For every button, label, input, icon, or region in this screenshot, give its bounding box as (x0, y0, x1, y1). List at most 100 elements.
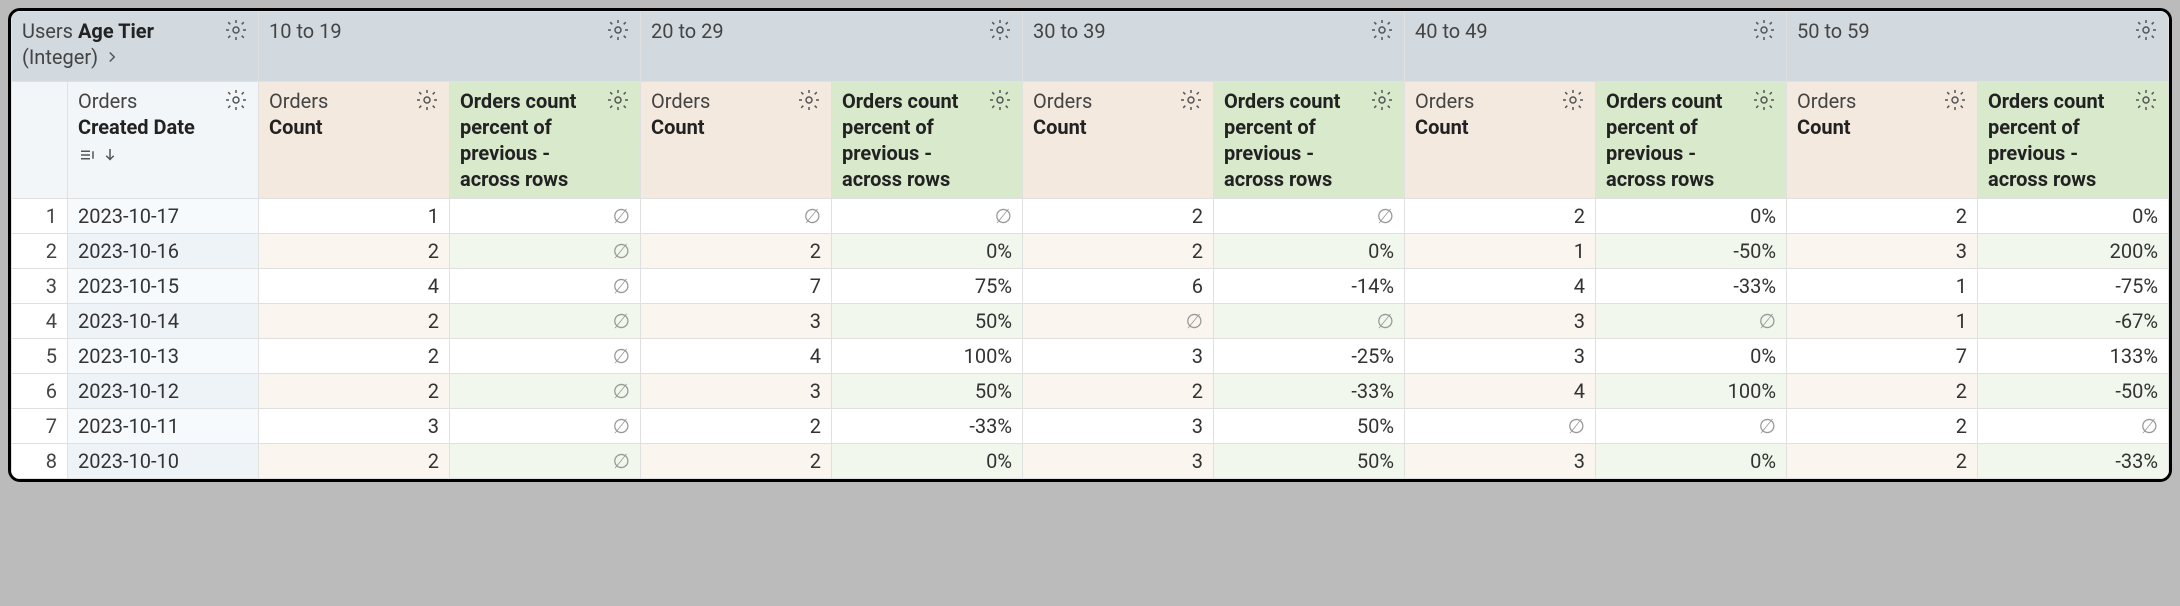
count-cell[interactable]: 2 (1023, 234, 1214, 269)
count-cell[interactable]: 2 (259, 304, 450, 339)
count-cell[interactable]: 2 (641, 234, 832, 269)
date-cell[interactable]: 2023-10-10 (68, 444, 259, 479)
calc-cell[interactable]: ∅ (450, 269, 641, 304)
gear-icon[interactable] (1943, 88, 1967, 112)
gear-icon[interactable] (2134, 18, 2158, 42)
count-cell[interactable]: 2 (641, 444, 832, 479)
date-cell[interactable]: 2023-10-15 (68, 269, 259, 304)
gear-icon[interactable] (1370, 88, 1394, 112)
gear-icon[interactable] (988, 18, 1012, 42)
count-cell[interactable]: 2 (259, 339, 450, 374)
calc-cell[interactable]: ∅ (1214, 304, 1405, 339)
calc-cell[interactable]: 50% (832, 374, 1023, 409)
calc-cell[interactable]: 100% (1596, 374, 1787, 409)
calc-column-header[interactable]: Orders count percent of previous - acros… (1596, 82, 1787, 199)
calc-cell[interactable]: 75% (832, 269, 1023, 304)
count-cell[interactable]: 2 (1787, 374, 1978, 409)
count-cell[interactable]: 2 (1787, 444, 1978, 479)
calc-cell[interactable]: ∅ (450, 339, 641, 374)
date-cell[interactable]: 2023-10-13 (68, 339, 259, 374)
count-cell[interactable]: 7 (641, 269, 832, 304)
calc-column-header[interactable]: Orders count percent of previous - acros… (832, 82, 1023, 199)
count-cell[interactable]: ∅ (1023, 304, 1214, 339)
calc-cell[interactable]: ∅ (450, 199, 641, 234)
calc-cell[interactable]: 50% (832, 304, 1023, 339)
count-column-header[interactable]: OrdersCount (1023, 82, 1214, 199)
count-cell[interactable]: 4 (259, 269, 450, 304)
gear-icon[interactable] (2134, 88, 2158, 112)
calc-cell[interactable]: 0% (1214, 234, 1405, 269)
count-column-header[interactable]: OrdersCount (1787, 82, 1978, 199)
group-header-1[interactable]: 20 to 29 (641, 12, 1023, 82)
calc-cell[interactable]: 0% (832, 234, 1023, 269)
date-cell[interactable]: 2023-10-16 (68, 234, 259, 269)
calc-column-header[interactable]: Orders count percent of previous - acros… (1214, 82, 1405, 199)
count-cell[interactable]: 2 (259, 374, 450, 409)
date-cell[interactable]: 2023-10-12 (68, 374, 259, 409)
count-cell[interactable]: 3 (1023, 409, 1214, 444)
count-cell[interactable]: 1 (1405, 234, 1596, 269)
count-cell[interactable]: 3 (1405, 444, 1596, 479)
group-header-3[interactable]: 40 to 49 (1405, 12, 1787, 82)
gear-icon[interactable] (1561, 88, 1585, 112)
calc-cell[interactable]: -50% (1596, 234, 1787, 269)
gear-icon[interactable] (224, 88, 248, 112)
calc-cell[interactable]: -33% (1978, 444, 2169, 479)
calc-cell[interactable]: ∅ (450, 304, 641, 339)
calc-cell[interactable]: -75% (1978, 269, 2169, 304)
calc-cell[interactable]: ∅ (450, 374, 641, 409)
calc-cell[interactable]: -25% (1214, 339, 1405, 374)
calc-cell[interactable]: ∅ (450, 409, 641, 444)
group-header-4[interactable]: 50 to 59 (1787, 12, 2169, 82)
count-cell[interactable]: 4 (1405, 374, 1596, 409)
count-cell[interactable]: 7 (1787, 339, 1978, 374)
group-header-2[interactable]: 30 to 39 (1023, 12, 1405, 82)
count-column-header[interactable]: OrdersCount (1405, 82, 1596, 199)
count-cell[interactable]: 1 (1787, 269, 1978, 304)
calc-cell[interactable]: -33% (832, 409, 1023, 444)
count-cell[interactable]: 1 (259, 199, 450, 234)
count-cell[interactable]: 2 (259, 234, 450, 269)
count-column-header[interactable]: OrdersCount (259, 82, 450, 199)
calc-cell[interactable]: -50% (1978, 374, 2169, 409)
count-cell[interactable]: 3 (1405, 339, 1596, 374)
calc-cell[interactable]: 200% (1978, 234, 2169, 269)
calc-cell[interactable]: ∅ (1596, 304, 1787, 339)
count-cell[interactable]: 3 (641, 304, 832, 339)
count-cell[interactable]: 2 (1405, 199, 1596, 234)
count-cell[interactable]: 2 (1023, 374, 1214, 409)
gear-icon[interactable] (606, 18, 630, 42)
calc-cell[interactable]: 50% (1214, 444, 1405, 479)
count-cell[interactable]: 3 (1023, 339, 1214, 374)
calc-cell[interactable]: 0% (1596, 444, 1787, 479)
gear-icon[interactable] (415, 88, 439, 112)
calc-cell[interactable]: -33% (1214, 374, 1405, 409)
count-cell[interactable]: ∅ (1405, 409, 1596, 444)
calc-cell[interactable]: 0% (1978, 199, 2169, 234)
gear-icon[interactable] (1752, 18, 1776, 42)
count-cell[interactable]: 2 (1787, 199, 1978, 234)
gear-icon[interactable] (1179, 88, 1203, 112)
calc-cell[interactable]: 0% (832, 444, 1023, 479)
date-cell[interactable]: 2023-10-14 (68, 304, 259, 339)
pivot-dimension-header[interactable]: Users Age Tier (Integer) (12, 12, 259, 82)
calc-cell[interactable]: 0% (1596, 199, 1787, 234)
calc-cell[interactable]: 50% (1214, 409, 1405, 444)
calc-cell[interactable]: ∅ (1214, 199, 1405, 234)
count-column-header[interactable]: OrdersCount (641, 82, 832, 199)
calc-cell[interactable]: -14% (1214, 269, 1405, 304)
calc-cell[interactable]: -67% (1978, 304, 2169, 339)
count-cell[interactable]: ∅ (641, 199, 832, 234)
count-cell[interactable]: 3 (1787, 234, 1978, 269)
gear-icon[interactable] (224, 18, 248, 42)
count-cell[interactable]: 6 (1023, 269, 1214, 304)
count-cell[interactable]: 2 (1023, 199, 1214, 234)
gear-icon[interactable] (1752, 88, 1776, 112)
count-cell[interactable]: 3 (1405, 304, 1596, 339)
count-cell[interactable]: 3 (1023, 444, 1214, 479)
calc-cell[interactable]: ∅ (1978, 409, 2169, 444)
gear-icon[interactable] (988, 88, 1012, 112)
calc-cell[interactable]: ∅ (1596, 409, 1787, 444)
gear-icon[interactable] (606, 88, 630, 112)
count-cell[interactable]: 1 (1787, 304, 1978, 339)
